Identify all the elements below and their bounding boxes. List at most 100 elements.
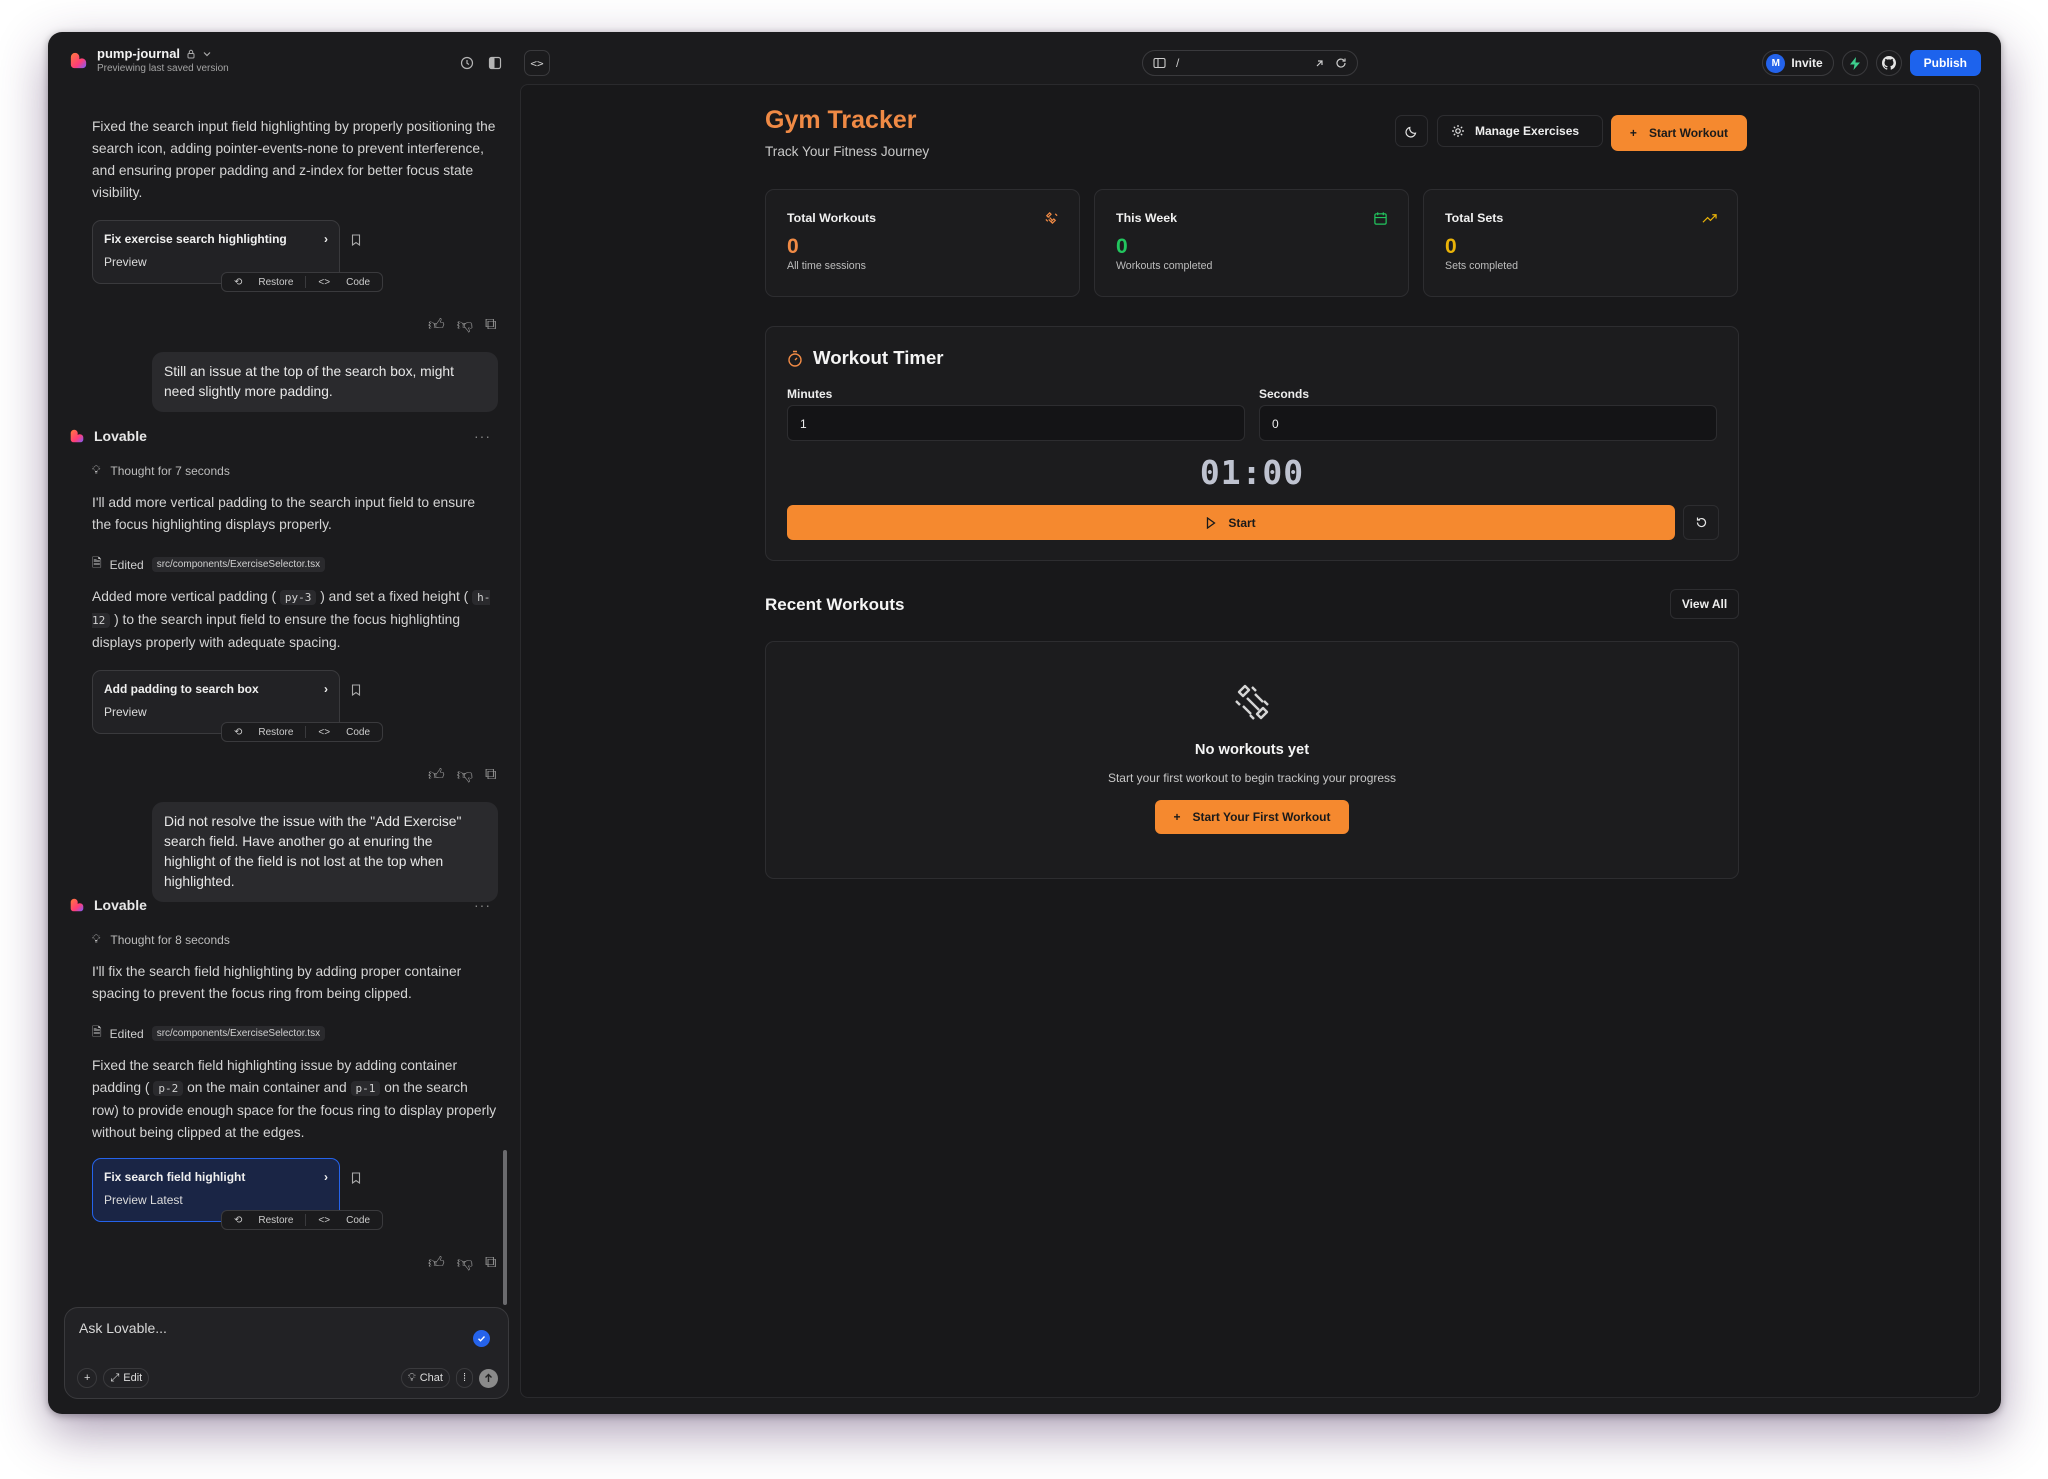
github-button[interactable]	[1875, 50, 1902, 76]
view-all-button[interactable]: View All	[1670, 589, 1739, 619]
restore-button[interactable]: ⟲ Restore	[222, 277, 305, 288]
bookmark-icon[interactable]	[351, 1172, 361, 1184]
invite-button[interactable]: M Invite	[1762, 50, 1834, 76]
version-preview[interactable]: Preview Latest	[104, 1193, 328, 1207]
thumbs-down-icon[interactable]: 👎︎	[457, 316, 473, 335]
bookmark-icon[interactable]	[351, 234, 361, 246]
version-preview[interactable]: Preview	[104, 255, 328, 269]
code-label: Code	[346, 1214, 370, 1226]
arrow-up-icon	[485, 1373, 492, 1382]
chat-input[interactable]: Ask Lovable... + ⤢ Edit 💡︎ Chat ⁞	[64, 1307, 509, 1399]
minutes-input[interactable]: 1	[787, 405, 1245, 441]
history-icon[interactable]	[458, 54, 476, 72]
app-window: pump-journal Previewing last saved versi…	[48, 32, 2001, 1414]
chat-panel: Fixed the search input field highlightin…	[48, 80, 518, 1338]
stopwatch-icon	[788, 350, 802, 367]
code-view-button[interactable]: <>	[524, 50, 550, 76]
send-button[interactable]	[479, 1368, 498, 1388]
user-message: Did not resolve the issue with the "Add …	[152, 802, 498, 902]
seconds-label: Seconds	[1259, 387, 1310, 401]
timer-start-label: Start	[1228, 515, 1256, 530]
url-path[interactable]: /	[1176, 56, 1179, 70]
start-first-workout-button[interactable]: + Start Your First Workout	[1155, 800, 1349, 834]
edit-button[interactable]: ⤢ Edit	[103, 1368, 150, 1388]
project-switcher[interactable]: pump-journal Previewing last saved versi…	[70, 46, 229, 74]
copy-icon[interactable]: ⧉	[485, 766, 496, 785]
more-options-icon[interactable]: ···	[474, 428, 491, 444]
chat-scrollbar[interactable]	[503, 1150, 507, 1305]
lightning-icon	[1849, 56, 1860, 70]
file-edit-icon: 🗎︎	[92, 1025, 102, 1039]
more-options-icon[interactable]: ···	[474, 897, 491, 913]
theme-toggle-button[interactable]	[1395, 115, 1428, 147]
thumbs-down-icon[interactable]: 👎︎	[457, 1254, 473, 1273]
thumbs-down-icon[interactable]: 👎︎	[457, 766, 473, 785]
edit-icon: ⤢	[110, 1371, 120, 1384]
restore-icon: ⟲	[234, 726, 243, 738]
thought-indicator[interactable]: 💡︎ Thought for 8 seconds	[92, 932, 230, 947]
chat-input-placeholder[interactable]: Ask Lovable...	[79, 1320, 167, 1336]
version-title: Fix search field highlight	[104, 1170, 246, 1184]
supabase-button[interactable]	[1841, 50, 1868, 76]
copy-icon[interactable]: ⧉	[485, 1254, 496, 1273]
restore-label: Restore	[258, 276, 294, 288]
chevron-right-icon: ›	[324, 682, 328, 696]
start-workout-button[interactable]: + Start Workout	[1611, 115, 1747, 151]
refresh-icon[interactable]	[1335, 57, 1347, 69]
edit-label: Edit	[123, 1372, 143, 1384]
stat-description: Workouts completed	[1116, 260, 1213, 272]
thumbs-up-icon[interactable]: 👍︎	[428, 316, 445, 335]
code-button[interactable]: <> Code	[306, 1215, 382, 1226]
stat-label: This Week	[1116, 211, 1178, 225]
timer-display: 01:00	[1199, 453, 1305, 492]
code-icon: <>	[318, 276, 331, 288]
chat-mode-button[interactable]: 💡︎ Chat	[400, 1368, 450, 1388]
feedback-row: 👍︎ 👎︎ ⧉	[428, 316, 496, 335]
code-icon: <>	[318, 1214, 331, 1226]
waveform-icon: ⁞	[462, 1372, 466, 1384]
thumbs-up-icon[interactable]: 👍︎	[428, 1254, 445, 1273]
stat-card-total-sets: Total Sets 0 Sets completed	[1423, 189, 1738, 297]
thought-label: Thought for 7 seconds	[110, 463, 230, 478]
file-edit-icon: 🗎︎	[92, 556, 102, 570]
timer-start-button[interactable]: Start	[787, 505, 1675, 540]
calendar-icon	[1374, 212, 1387, 225]
edited-label: Edited	[109, 1026, 144, 1041]
edited-file[interactable]: 🗎︎ Edited src/components/ExerciseSelector.…	[92, 554, 326, 575]
publish-button[interactable]: Publish	[1909, 50, 1981, 76]
seconds-input[interactable]: 0	[1259, 405, 1717, 441]
avatar: M	[1766, 53, 1786, 73]
start-first-workout-label: Start Your First Workout	[1192, 810, 1331, 824]
version-preview[interactable]: Preview	[104, 705, 328, 719]
code-button[interactable]: <> Code	[306, 277, 382, 288]
workout-timer-card: Workout Timer Minutes 1 Seconds 0 01:00 …	[765, 326, 1739, 561]
check-icon[interactable]	[473, 1330, 490, 1347]
open-external-icon[interactable]	[1314, 58, 1325, 69]
thumbs-up-icon[interactable]: 👍︎	[428, 766, 445, 785]
attach-button[interactable]: +	[77, 1368, 98, 1388]
voice-button[interactable]: ⁞	[455, 1368, 473, 1388]
sidebar-toggle-icon[interactable]	[486, 54, 504, 72]
invite-label: Invite	[1791, 56, 1823, 70]
thought-label: Thought for 8 seconds	[110, 932, 230, 947]
copy-icon[interactable]: ⧉	[485, 316, 496, 335]
url-bar[interactable]: /	[1142, 50, 1358, 76]
thought-indicator[interactable]: 💡︎ Thought for 7 seconds	[92, 463, 230, 478]
bookmark-icon[interactable]	[351, 684, 361, 696]
chat-label: Chat	[419, 1372, 443, 1384]
restore-button[interactable]: ⟲ Restore	[222, 727, 305, 738]
version-actions: ⟲ Restore <> Code	[221, 1210, 383, 1230]
reset-icon	[1696, 517, 1706, 528]
lovable-logo-icon	[70, 429, 84, 443]
edited-file[interactable]: 🗎︎ Edited src/components/ExerciseSelector.…	[92, 1023, 326, 1044]
manage-exercises-button[interactable]: Manage Exercises	[1437, 115, 1603, 147]
code-button[interactable]: <> Code	[306, 727, 382, 738]
restore-icon: ⟲	[234, 1214, 243, 1226]
assistant-message: I'll add more vertical padding to the se…	[92, 495, 476, 532]
device-icon[interactable]	[1153, 57, 1166, 69]
plus-icon: +	[1173, 810, 1181, 824]
restore-button[interactable]: ⟲ Restore	[222, 1215, 305, 1226]
user-message: Still an issue at the top of the search …	[152, 352, 498, 412]
timer-reset-button[interactable]	[1683, 505, 1719, 540]
lock-icon	[187, 49, 195, 58]
